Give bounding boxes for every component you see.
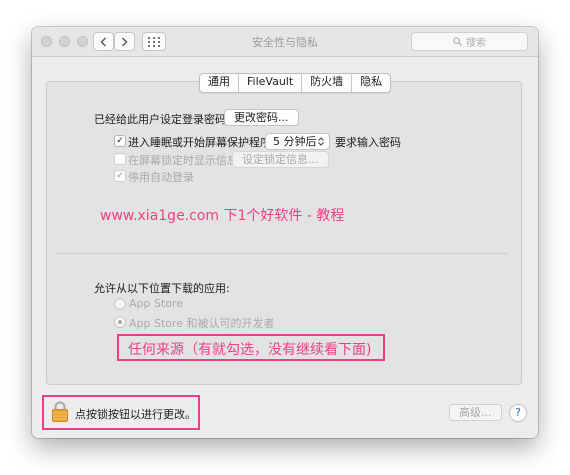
checkmark-icon: ✓	[116, 136, 124, 146]
preferences-window: 安全性与隐私 搜索 通用 FileVault 防火墙 隐私	[32, 27, 538, 438]
zoom-window-button[interactable]	[77, 36, 88, 47]
help-button[interactable]: ?	[509, 404, 527, 422]
delay-select[interactable]: 5 分钟后	[265, 133, 330, 150]
updown-arrow-icon	[318, 137, 324, 146]
minimize-window-button[interactable]	[59, 36, 70, 47]
forward-button[interactable]	[114, 32, 135, 51]
annotation-text: 任何来源（有就勾选，没有继续看下面)	[128, 342, 372, 358]
close-window-button[interactable]	[41, 36, 52, 47]
downloads-heading: 允许从以下位置下载的应用:	[94, 282, 230, 295]
lock-icon[interactable]	[52, 401, 68, 422]
lock-message-label: 在屏幕锁定时显示信息	[128, 154, 238, 167]
section-divider	[56, 253, 508, 254]
login-password-label: 已经给此用户设定登录密码	[94, 113, 226, 126]
watermark-text: www.xia1ge.com 下1个好软件 - 教程	[100, 208, 345, 224]
delay-select-value: 5 分钟后	[273, 135, 317, 148]
show-all-button[interactable]	[142, 32, 166, 51]
advanced-button[interactable]: 高级...	[449, 404, 502, 421]
tab-firewall[interactable]: 防火墙	[301, 74, 351, 92]
lock-message-checkbox[interactable]	[114, 153, 126, 165]
search-placeholder: 搜索	[466, 38, 486, 49]
back-button[interactable]	[93, 32, 114, 51]
disable-autologin-checkbox[interactable]: ✓	[114, 170, 126, 182]
window-title: 安全性与隐私	[252, 36, 318, 49]
radio-selected-dot	[118, 320, 122, 324]
change-password-button[interactable]: 更改密码...	[224, 109, 299, 126]
radio-app-store[interactable]	[114, 298, 126, 310]
radio-app-store-identified-label: App Store 和被认可的开发者	[129, 317, 275, 330]
chevron-right-icon	[122, 37, 128, 46]
grid-icon	[148, 36, 160, 47]
radio-app-store-identified[interactable]	[114, 316, 126, 328]
tab-bar: 通用 FileVault 防火墙 隐私	[199, 73, 392, 93]
tab-general[interactable]: 通用	[200, 74, 238, 92]
sleep-password-label: 进入睡眠或开始屏幕保护程序	[128, 136, 271, 149]
set-lock-message-button[interactable]: 设定锁定信息...	[232, 151, 329, 168]
lock-instruction-text: 点按锁按钮以进行更改。	[75, 408, 196, 421]
tab-privacy[interactable]: 隐私	[351, 74, 390, 92]
search-icon	[453, 37, 462, 46]
checkmark-icon: ✓	[116, 171, 124, 181]
chevron-left-icon	[100, 37, 106, 46]
disable-autologin-label: 停用自动登录	[128, 171, 194, 184]
tab-filevault[interactable]: FileVault	[238, 74, 301, 92]
require-password-label: 要求输入密码	[335, 136, 401, 149]
radio-app-store-label: App Store	[129, 297, 184, 310]
title-bar: 安全性与隐私 搜索	[32, 27, 538, 57]
sleep-password-checkbox[interactable]: ✓	[114, 135, 126, 147]
search-field[interactable]: 搜索	[411, 32, 528, 51]
